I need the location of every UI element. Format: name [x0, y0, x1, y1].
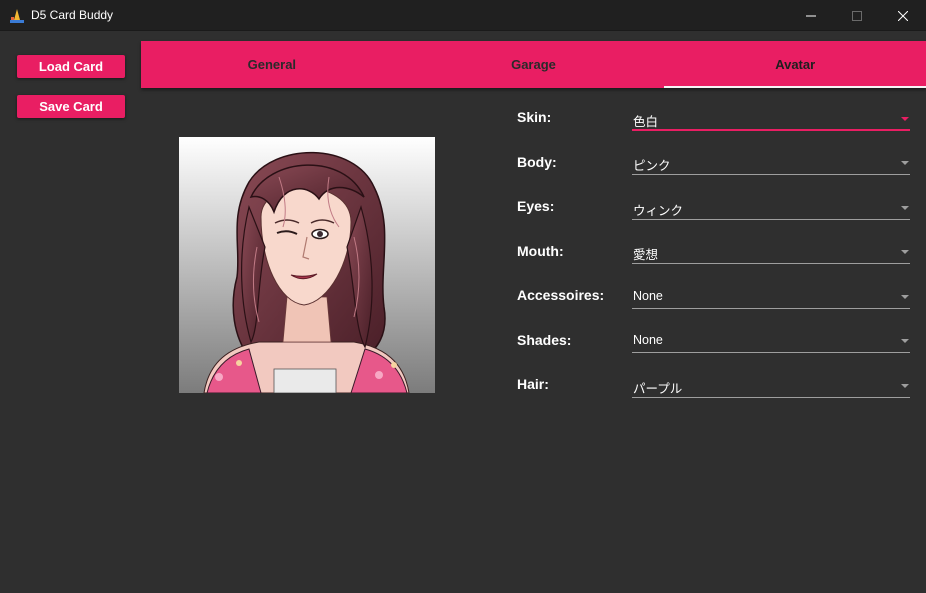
close-button[interactable] [880, 0, 926, 31]
accessoires-label: Accessoires: [517, 287, 605, 303]
chevron-down-icon [901, 161, 909, 165]
body-value: ピンク [633, 159, 671, 173]
shades-label: Shades: [517, 332, 572, 348]
save-card-button[interactable]: Save Card [17, 95, 125, 118]
skin-value: 色白 [633, 115, 659, 129]
chevron-down-icon [901, 384, 909, 388]
accessoires-select[interactable]: None [632, 285, 910, 309]
chevron-down-icon [901, 117, 909, 121]
body-label: Body: [517, 154, 557, 170]
accessoires-value: None [633, 289, 663, 303]
shades-select[interactable]: None [632, 329, 910, 353]
maximize-icon [852, 10, 862, 21]
chevron-down-icon [901, 206, 909, 210]
title-bar: D5 Card Buddy [0, 0, 926, 31]
avatar-preview [179, 137, 435, 393]
avatar-portrait-icon [179, 137, 435, 393]
skin-select[interactable]: 色白 [632, 107, 910, 131]
hair-value: パープル [633, 382, 683, 396]
chevron-down-icon [901, 250, 909, 254]
skin-label: Skin: [517, 109, 552, 125]
chevron-down-icon [901, 295, 909, 299]
close-icon [898, 10, 908, 21]
tab-general[interactable]: General [141, 41, 403, 88]
tab-garage[interactable]: Garage [403, 41, 665, 88]
mouth-label: Mouth: [517, 243, 564, 259]
load-card-button[interactable]: Load Card [17, 55, 125, 78]
shades-value: None [633, 333, 663, 347]
minimize-button[interactable] [788, 0, 834, 31]
chevron-down-icon [901, 339, 909, 343]
app-logo-icon [10, 9, 24, 23]
window-title: D5 Card Buddy [31, 8, 114, 22]
tab-bar: General Garage Avatar [141, 41, 926, 88]
hair-label: Hair: [517, 376, 549, 392]
maximize-button[interactable] [834, 0, 880, 31]
mouth-value: 愛想 [633, 248, 659, 262]
minimize-icon [806, 15, 816, 16]
hair-select[interactable]: パープル [632, 374, 910, 398]
mouth-select[interactable]: 愛想 [632, 240, 910, 264]
eyes-select[interactable]: ウィンク [632, 196, 910, 220]
body-select[interactable]: ピンク [632, 151, 910, 175]
eyes-value: ウィンク [633, 204, 684, 218]
tab-avatar[interactable]: Avatar [664, 41, 926, 88]
eyes-label: Eyes: [517, 198, 555, 214]
